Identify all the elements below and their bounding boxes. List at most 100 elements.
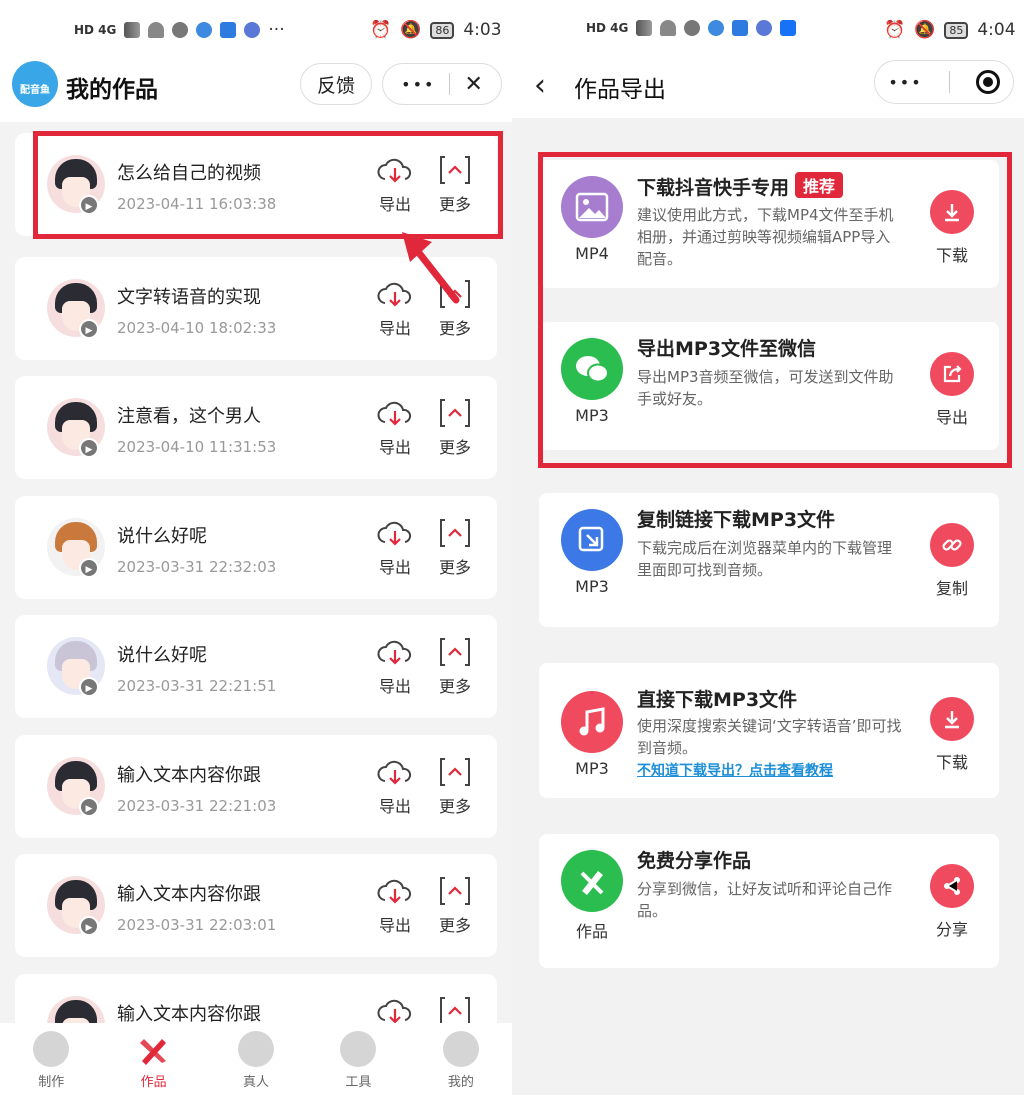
export-label: 导出 — [378, 319, 411, 338]
status-icons-left: HD 4G ··· — [74, 20, 285, 40]
exit-miniprogram-icon[interactable] — [975, 70, 1000, 94]
play-icon[interactable]: ▶ — [79, 319, 99, 339]
status-bar: HD 4G ··· ⏰ 🔕 86 4:03 — [0, 0, 512, 58]
export-option[interactable]: MP3 直接下载MP3文件使用深度搜索关键词‘文字转语音’即可找到音频。不知道下载… — [539, 663, 999, 798]
option-action-button[interactable]: 下载 — [927, 697, 977, 773]
action-label: 下载 — [935, 753, 968, 772]
clock: 4:04 — [977, 20, 1016, 40]
pencil-ruler-icon — [136, 1031, 172, 1067]
tab-1[interactable]: 作品 — [102, 1023, 204, 1095]
wifi-icon — [660, 20, 677, 36]
feedback-button[interactable]: 反馈 — [300, 63, 372, 105]
option-action-button[interactable]: 导出 — [927, 352, 977, 428]
signal-icon — [636, 20, 653, 36]
more-label: 更多 — [438, 195, 471, 214]
close-button[interactable]: ✕ — [464, 72, 482, 97]
tutorial-link[interactable]: 不知道下载导出？点击查看教程 — [637, 760, 833, 780]
play-icon[interactable]: ▶ — [79, 195, 99, 215]
work-card[interactable]: ▶ 说什么好呢 2023-03-31 22:32:03 导出 更多 — [15, 496, 497, 599]
action-label: 复制 — [935, 579, 968, 598]
play-icon[interactable]: ▶ — [79, 438, 99, 458]
more-button[interactable]: 更多 — [433, 876, 477, 936]
capsule-divider — [449, 73, 451, 95]
export-option[interactable]: MP4 下载抖音快手专用 推荐 建议使用此方式，下载MP4文件至手机相册，并通过剪映等… — [539, 160, 999, 288]
export-button[interactable]: 导出 — [373, 876, 417, 936]
option-title: 直接下载MP3文件 — [637, 685, 797, 712]
battery-indicator: 85 — [944, 21, 969, 39]
option-description: 分享到微信，让好友试听和评论自己作品。 — [637, 880, 893, 920]
battery-indicator: 86 — [430, 21, 455, 39]
export-button[interactable]: 导出 — [373, 757, 417, 817]
capsule-divider — [948, 71, 950, 93]
option-action-button[interactable]: 分享 — [927, 864, 977, 940]
work-card[interactable]: ▶ 输入文本内容你跟 2023-03-31 22:03:01 导出 更多 — [15, 854, 497, 957]
music-app-icon — [244, 22, 261, 38]
tab-label: 我的 — [447, 1075, 474, 1090]
cloud-download-icon — [373, 996, 417, 1026]
work-card[interactable]: ▶ 说什么好呢 2023-03-31 22:21:51 导出 更多 — [15, 615, 497, 718]
tab-0[interactable]: 制作 — [0, 1023, 102, 1095]
gift-icon — [442, 1031, 479, 1067]
work-card[interactable]: ▶ 注意看，这个男人 2023-04-10 11:31:53 导出 更多 — [15, 376, 497, 479]
option-title: 免费分享作品 — [637, 846, 751, 873]
option-action-button[interactable]: 复制 — [927, 523, 977, 599]
tab-label: 工具 — [345, 1075, 372, 1090]
format-label: MP3 — [575, 759, 609, 778]
format-badge: 作品 — [561, 850, 623, 942]
format-badge: MP3 — [561, 509, 623, 596]
export-button[interactable]: 导出 — [373, 155, 417, 215]
back-button[interactable]: ‹ — [534, 68, 546, 103]
work-card[interactable]: ▶ 怎么给自己的视频 2023-04-11 16:03:38 导出 更多 — [15, 133, 497, 236]
more-menu-button[interactable]: ••• — [401, 75, 435, 94]
export-option[interactable]: MP3 导出MP3文件至微信 导出MP3音频至微信，可发送到文件助手或好友。 导出 — [539, 322, 999, 450]
app-icon — [732, 20, 749, 36]
app-icon — [220, 22, 237, 38]
export-button[interactable]: 导出 — [373, 398, 417, 458]
pencil-icon — [561, 850, 623, 912]
option-description: 建议使用此方式，下载MP4文件至手机相册，并通过剪映等视频编辑APP导入配音。 — [637, 206, 894, 268]
page-title: 我的作品 — [66, 77, 158, 103]
play-icon[interactable]: ▶ — [79, 558, 99, 578]
more-button[interactable]: 更多 — [433, 518, 477, 578]
cloud-download-icon — [373, 518, 417, 548]
tab-4[interactable]: 我的 — [410, 1023, 512, 1095]
more-button[interactable]: 更多 — [433, 155, 477, 215]
export-button[interactable]: 导出 — [373, 637, 417, 697]
network-indicator: HD 4G — [74, 23, 117, 37]
tab-label: 作品 — [140, 1075, 167, 1090]
more-button[interactable]: 更多 — [433, 757, 477, 817]
expand-up-icon — [433, 398, 477, 428]
export-option[interactable]: 作品 免费分享作品分享到微信，让好友试听和评论自己作品。 分享 — [539, 834, 999, 968]
tab-label: 真人 — [243, 1075, 270, 1090]
format-badge: MP4 — [561, 176, 623, 263]
option-title: 复制链接下载MP3文件 — [637, 505, 835, 532]
export-button[interactable]: 导出 — [373, 518, 417, 578]
more-label: 更多 — [438, 677, 471, 696]
play-icon[interactable]: ▶ — [79, 916, 99, 936]
app-logo: 配音鱼 — [12, 61, 58, 107]
tab-3[interactable]: 工具 — [307, 1023, 409, 1095]
download-icon — [930, 697, 974, 741]
link-download-icon — [561, 509, 623, 571]
export-option[interactable]: MP3 复制链接下载MP3文件下载完成后在浏览器菜单内的下载管理里面即可找到音频。… — [539, 493, 999, 627]
more-button[interactable]: 更多 — [433, 637, 477, 697]
option-action-button[interactable]: 下载 — [927, 190, 977, 266]
more-menu-button[interactable]: ••• — [888, 73, 922, 92]
more-label: 更多 — [438, 438, 471, 457]
export-label: 导出 — [378, 797, 411, 816]
tab-2[interactable]: 真人 — [205, 1023, 307, 1095]
format-badge: MP3 — [561, 338, 623, 425]
format-label: MP3 — [575, 577, 609, 596]
action-label: 导出 — [935, 408, 968, 427]
format-label: MP3 — [575, 406, 609, 425]
browser-icon — [708, 20, 725, 36]
option-title-text: 导出MP3文件至微信 — [637, 338, 817, 360]
app-header: 配音鱼 我的作品 反馈 ••• ✕ — [0, 58, 512, 122]
work-card[interactable]: ▶ 输入文本内容你跟 2023-03-31 22:21:03 导出 更多 — [15, 735, 497, 838]
option-description: 下载完成后在浏览器菜单内的下载管理里面即可找到音频。 — [637, 539, 893, 579]
play-icon[interactable]: ▶ — [79, 677, 99, 697]
zhihu-icon — [780, 20, 797, 36]
more-button[interactable]: 更多 — [433, 398, 477, 458]
option-description: 使用深度搜索关键词‘文字转语音’即可找到音频。 — [637, 717, 902, 757]
play-icon[interactable]: ▶ — [79, 797, 99, 817]
